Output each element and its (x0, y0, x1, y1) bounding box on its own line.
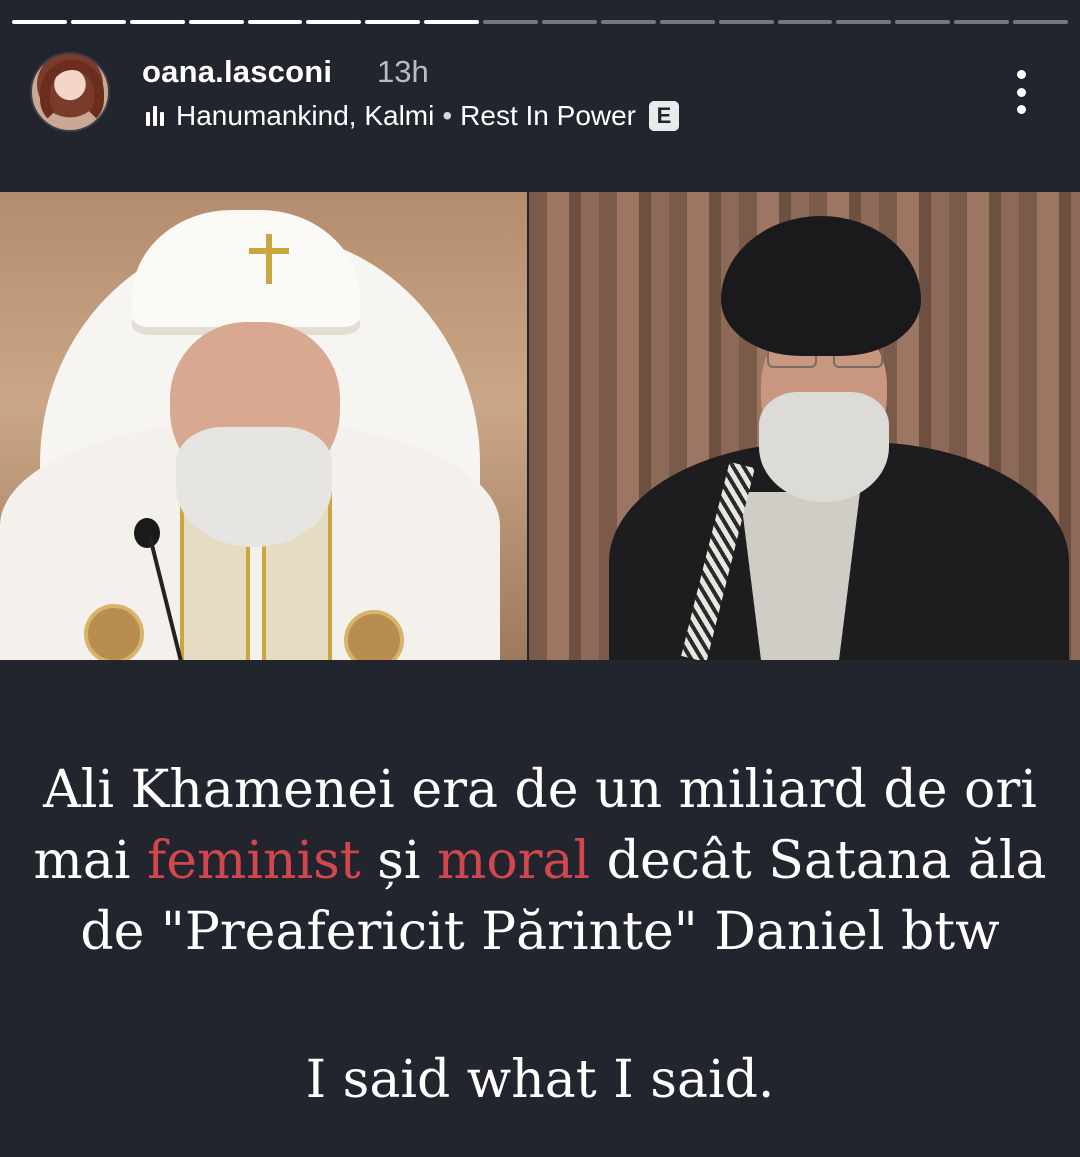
progress-segment (1013, 20, 1069, 24)
highlight-moral: moral (437, 831, 591, 891)
caption-line-3: de "Preafericit Părinte" Daniel btw (80, 902, 1000, 962)
progress-segment (247, 20, 303, 24)
music-song: Rest In Power (460, 100, 637, 131)
progress-segment (12, 20, 67, 24)
progress-segment (365, 20, 421, 24)
progress-segment (836, 20, 892, 24)
music-sticker[interactable]: Hanumankind, Kalmi • Rest In Power E (146, 98, 680, 134)
progress-segment (70, 20, 126, 24)
photo-left (0, 192, 527, 660)
username[interactable]: oana.lasconi (142, 54, 332, 90)
story-progress-bar (12, 20, 1069, 24)
mitre (132, 210, 360, 335)
progress-segment (424, 20, 480, 24)
more-vertical-icon (1016, 70, 1026, 79)
progress-segment (542, 20, 597, 24)
progress-segment (600, 20, 656, 24)
progress-segment (895, 20, 951, 24)
progress-segment (954, 20, 1010, 24)
story-image (0, 192, 1080, 660)
caption-line-1: Ali Khamenei era de un miliard de ori (43, 760, 1037, 820)
progress-segment (129, 20, 185, 24)
avatar[interactable] (30, 52, 110, 132)
progress-segment (188, 20, 244, 24)
music-separator: • (442, 100, 453, 131)
highlight-feminist: feminist (147, 831, 361, 891)
progress-segment (777, 20, 833, 24)
caption-line-2: mai feminist și moral decât Satana ăla (33, 831, 1047, 891)
progress-segment (483, 20, 539, 24)
progress-segment (718, 20, 774, 24)
story-header: oana.lasconi 13h Hanumankind, Kalmi • Re… (0, 40, 1080, 150)
photo-right (529, 192, 1080, 660)
post-time: 13h (377, 54, 429, 89)
caption-line-4: I said what I said. (305, 1050, 775, 1110)
story-caption: Ali Khamenei era de un miliard de ori ma… (0, 755, 1080, 968)
cross-icon (249, 234, 289, 284)
medal-icon (84, 604, 144, 660)
music-artist: Hanumankind, Kalmi (176, 100, 435, 131)
turban (721, 216, 921, 356)
more-options-button[interactable] (1003, 64, 1039, 120)
microphone-icon (134, 518, 160, 548)
progress-segment (306, 20, 362, 24)
music-bars-icon (146, 106, 164, 126)
progress-segment (659, 20, 715, 24)
explicit-badge: E (649, 101, 680, 131)
